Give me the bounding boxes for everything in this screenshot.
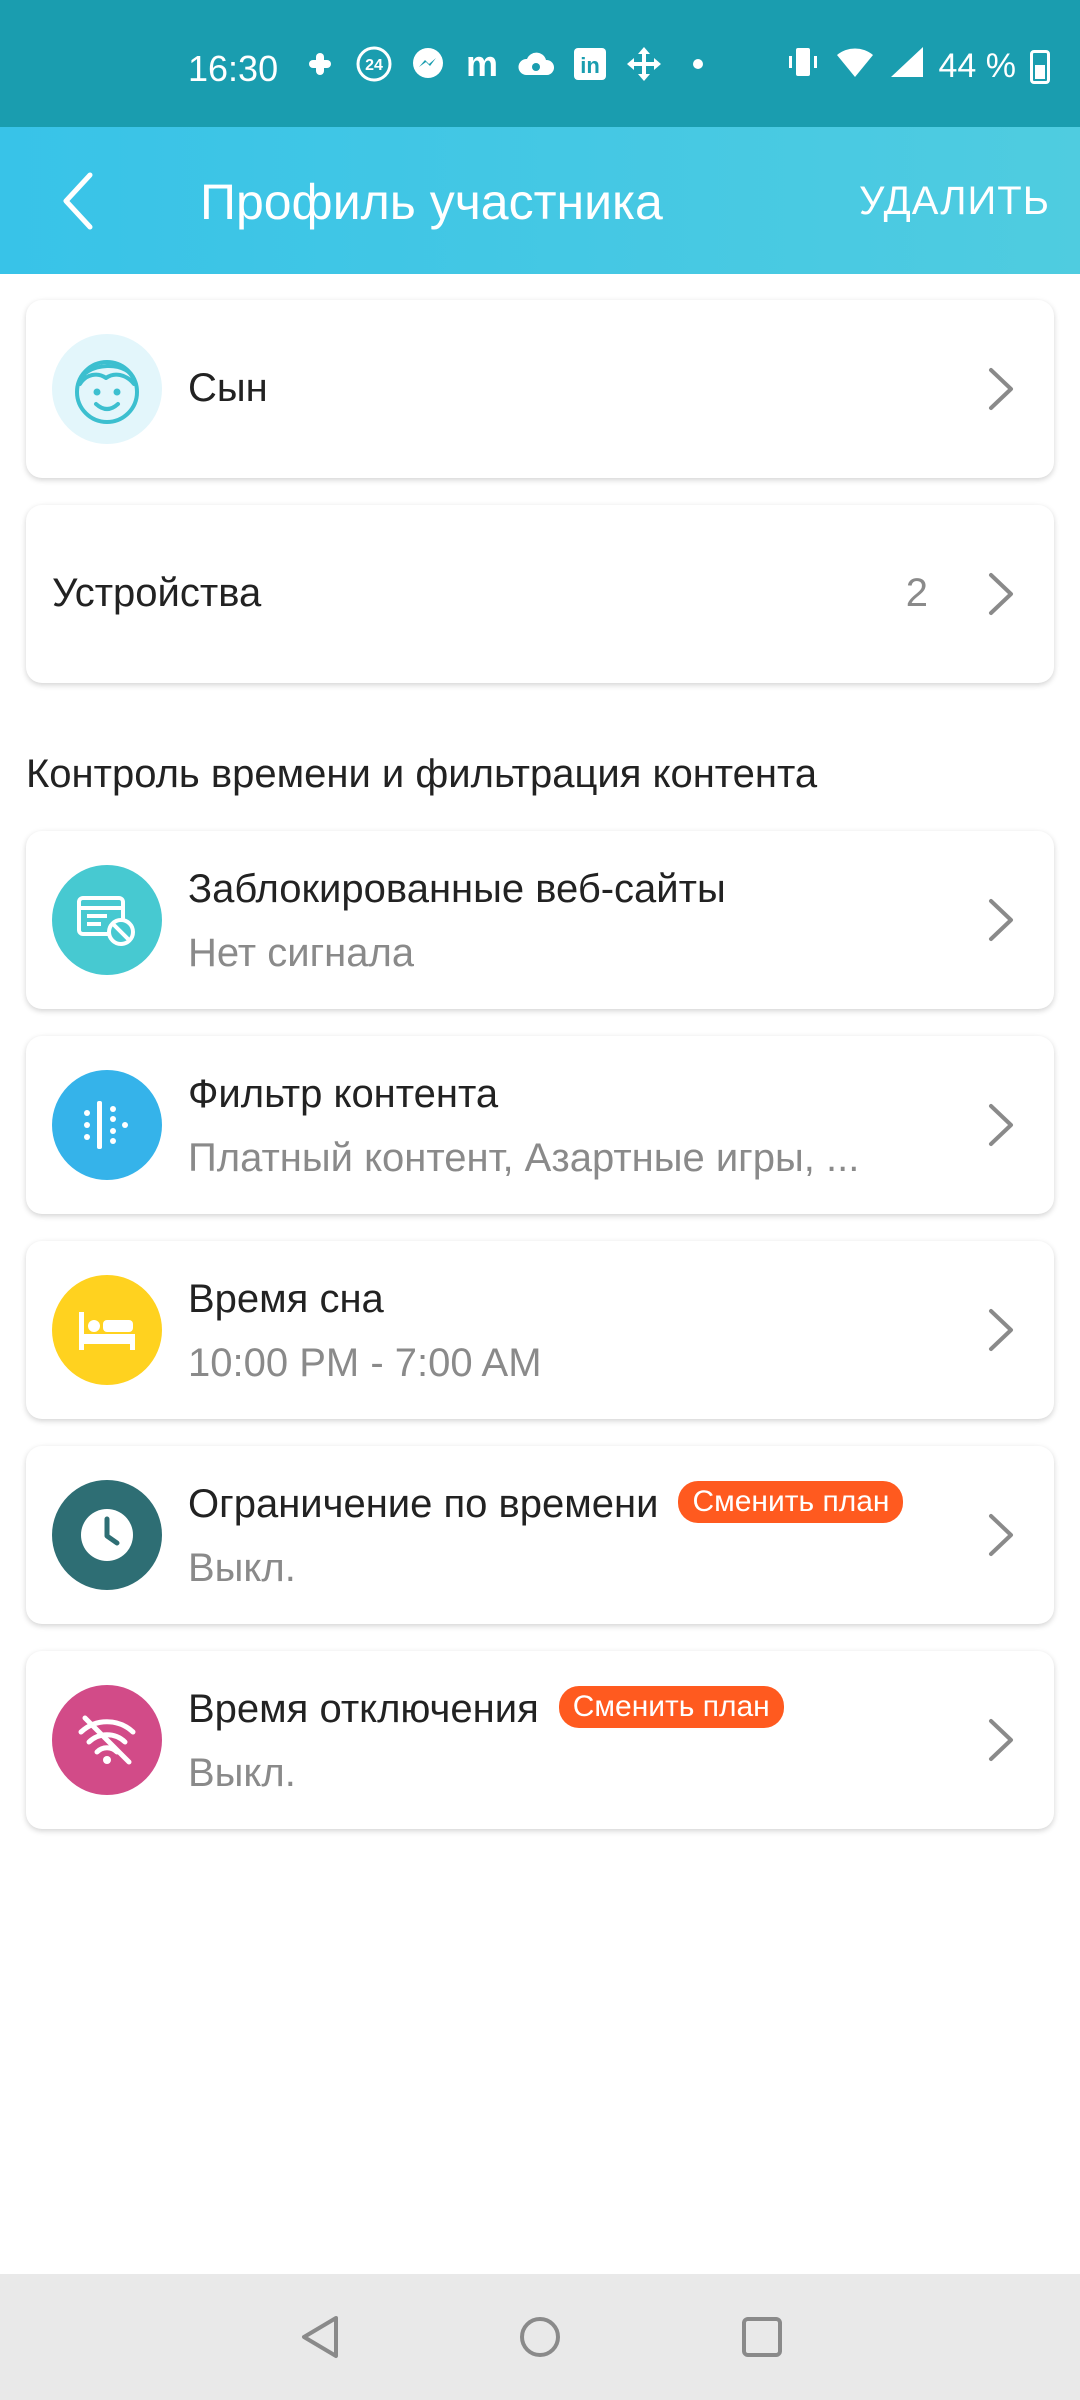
back-button[interactable]	[48, 167, 108, 235]
wifi-off-icon	[78, 1715, 136, 1765]
battery-percent: 44 %	[938, 47, 1017, 85]
filter-icon-circle	[52, 1070, 162, 1180]
section-title: Контроль времени и фильтрация контента	[26, 752, 818, 796]
child-face-icon	[75, 360, 139, 424]
nav-home-button[interactable]	[515, 2312, 565, 2362]
devices-card[interactable]: Устройства 2	[26, 505, 1054, 683]
clock-icon-circle	[52, 1480, 162, 1590]
item-title: Время отключения	[188, 1687, 539, 1731]
wifi-off-icon-circle	[52, 1685, 162, 1795]
chevron-right-icon	[989, 1719, 1013, 1761]
signal-icon	[889, 45, 925, 88]
chevron-right-icon	[989, 1514, 1013, 1556]
blocked-website-icon	[77, 896, 135, 946]
change-plan-badge[interactable]: Сменить план	[678, 1481, 904, 1524]
bed-icon	[79, 1312, 135, 1350]
avatar	[52, 334, 162, 444]
messenger-icon	[408, 44, 448, 84]
item-subtitle: Платный контент, Азартные игры, ...	[188, 1136, 860, 1180]
wifi-icon	[835, 45, 875, 88]
time-limit-card[interactable]: Ограничение по времени Сменить план Выкл.	[26, 1446, 1054, 1624]
delete-button[interactable]: УДАЛИТЬ	[859, 179, 1050, 224]
app-bar: Профиль участника УДАЛИТЬ	[0, 127, 1080, 274]
move-icon	[624, 44, 664, 84]
item-subtitle: Выкл.	[188, 1751, 296, 1795]
nav-recents-button[interactable]	[737, 2312, 787, 2362]
chevron-left-icon	[63, 172, 93, 230]
content-filter-card[interactable]: Фильтр контента Платный контент, Азартны…	[26, 1036, 1054, 1214]
profile-name: Сын	[188, 366, 268, 410]
system-nav-bar	[0, 2274, 1080, 2400]
devices-label: Устройства	[52, 571, 262, 615]
item-title: Фильтр контента	[188, 1072, 499, 1116]
offline-time-card[interactable]: Время отключения Сменить план Выкл.	[26, 1651, 1054, 1829]
nav-back-button[interactable]	[295, 2312, 345, 2362]
item-title: Время сна	[188, 1277, 384, 1321]
linkedin-icon: in	[570, 44, 610, 84]
svg-text:24: 24	[365, 57, 383, 74]
item-title-row: Ограничение по времени Сменить план	[188, 1481, 904, 1527]
item-title: Заблокированные веб-сайты	[188, 867, 726, 911]
change-plan-badge[interactable]: Сменить план	[558, 1686, 784, 1729]
chevron-right-icon	[989, 1104, 1013, 1146]
circle-home-icon	[520, 2317, 560, 2357]
blocked-websites-card[interactable]: Заблокированные веб-сайты Нет сигнала	[26, 831, 1054, 1009]
dot-icon	[678, 44, 718, 84]
profile-card[interactable]: Сын	[26, 300, 1054, 478]
blocked-website-icon-circle	[52, 865, 162, 975]
slack-icon	[300, 44, 340, 84]
chevron-right-icon	[989, 899, 1013, 941]
item-subtitle: 10:00 PM - 7:00 AM	[188, 1341, 542, 1385]
vibrate-icon	[785, 44, 821, 89]
item-subtitle: Нет сигнала	[188, 931, 415, 975]
filter-icon	[84, 1101, 128, 1149]
triangle-back-icon	[302, 2316, 338, 2358]
svg-text:in: in	[580, 53, 600, 78]
battery-icon	[1030, 49, 1050, 84]
chevron-right-icon	[989, 368, 1013, 410]
chevron-right-icon	[989, 1309, 1013, 1351]
chevron-right-icon	[989, 573, 1013, 615]
page-title: Профиль участника	[200, 174, 663, 230]
item-title-row: Время отключения Сменить план	[188, 1686, 784, 1732]
item-title: Ограничение по времени	[188, 1482, 659, 1526]
item-subtitle: Выкл.	[188, 1546, 296, 1590]
sleep-time-card[interactable]: Время сна 10:00 PM - 7:00 AM	[26, 1241, 1054, 1419]
notification-icons: 24 m in	[300, 43, 718, 84]
status-bar: 16:30 24 m in 44 %	[0, 0, 1080, 127]
status-time: 16:30	[188, 48, 279, 89]
bed-icon-circle	[52, 1275, 162, 1385]
devices-count: 2	[905, 571, 928, 615]
clock-icon	[81, 1509, 133, 1561]
cloud-icon	[516, 44, 556, 84]
system-icons: 44 %	[785, 44, 1050, 89]
square-recents-icon	[742, 2317, 782, 2357]
m-icon: m	[465, 43, 498, 84]
24-icon: 24	[354, 44, 394, 84]
